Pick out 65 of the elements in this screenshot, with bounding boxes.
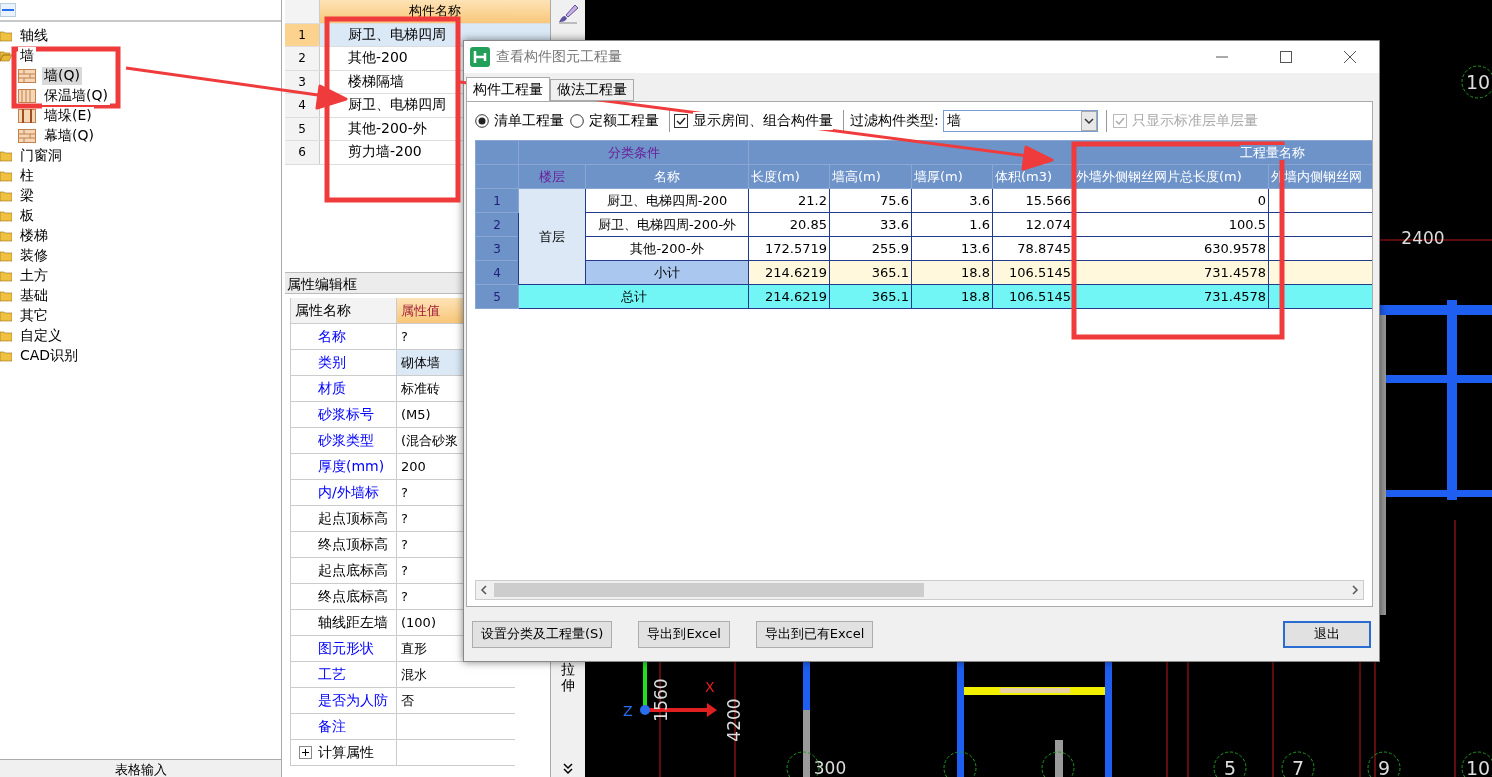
axis-bubble: 5 bbox=[1213, 751, 1247, 777]
column-group-header: 分类条件 bbox=[518, 140, 749, 165]
table-cell: 厨卫、电梯四周-200 bbox=[585, 188, 749, 213]
tree-item-label: 板 bbox=[18, 207, 36, 225]
property-name: 砂浆类型 bbox=[318, 431, 374, 450]
row-number: 5 bbox=[285, 117, 320, 140]
property-name: 工艺 bbox=[318, 665, 346, 684]
row-number: 3 bbox=[475, 236, 519, 261]
checkbox-label: 显示房间、组合构件量 bbox=[693, 112, 833, 130]
table-cell: 小计 bbox=[585, 260, 749, 285]
property-name: 起点顶标高 bbox=[318, 509, 388, 528]
row-number: 6 bbox=[285, 141, 320, 164]
filter-label: 过滤构件类型: bbox=[849, 112, 939, 130]
tree-item-label: 自定义 bbox=[18, 327, 64, 345]
property-name: 终点底标高 bbox=[318, 587, 388, 606]
table-cell: 总计 bbox=[518, 284, 749, 309]
axis-bubble: 7 bbox=[1281, 751, 1315, 777]
tree-item-label: 门窗洞 bbox=[18, 147, 64, 165]
property-name: 备注 bbox=[318, 717, 346, 736]
column-header: 名称 bbox=[585, 164, 749, 189]
axis-bubble: 10 bbox=[1461, 751, 1492, 777]
tree-item-label: 楼梯 bbox=[18, 227, 50, 245]
property-name: 名称 bbox=[318, 327, 346, 346]
row-number: 1 bbox=[475, 188, 519, 213]
row-number: 2 bbox=[475, 212, 519, 237]
table-cell: 其他-200-外 bbox=[585, 236, 749, 261]
property-name: 图元形状 bbox=[318, 639, 374, 658]
axis-bubble: 10 bbox=[1461, 65, 1492, 99]
row-number: 5 bbox=[475, 284, 519, 309]
property-name: 材质 bbox=[318, 379, 346, 398]
property-name: 是否为人防 bbox=[318, 691, 388, 710]
dimension-label: 1560 bbox=[651, 678, 671, 722]
dimension-label: 2400 bbox=[1401, 228, 1445, 248]
column-header: 属性名称 bbox=[291, 298, 397, 323]
axis-label: Z bbox=[623, 703, 633, 719]
tree-item-label: 梁 bbox=[18, 187, 36, 205]
floor-cell: 首层 bbox=[518, 188, 586, 285]
row-number: 4 bbox=[475, 260, 519, 285]
property-name: 终点顶标高 bbox=[318, 535, 388, 554]
checkbox-label: 只显示标准层单层量 bbox=[1131, 112, 1258, 130]
tree-item-label: 土方 bbox=[18, 267, 50, 285]
axis-bubble: 9 bbox=[1367, 751, 1401, 777]
axis-label: X bbox=[705, 679, 715, 695]
property-name: 厚度(mm) bbox=[318, 457, 385, 476]
radio-label: 定额工程量 bbox=[589, 112, 659, 130]
dimension-label: 4200 bbox=[724, 698, 744, 742]
radio-label: 清单工程量 bbox=[494, 112, 564, 130]
tree-item-label: 装修 bbox=[18, 247, 50, 265]
tree-item-label: 墙 bbox=[18, 47, 36, 65]
column-header: 外墙外侧钢丝网片总长度(m) bbox=[1073, 164, 1269, 189]
property-group-label: 计算属性 bbox=[318, 743, 374, 762]
row-number: 1 bbox=[285, 23, 320, 46]
property-name: 砂浆标号 bbox=[318, 405, 374, 424]
tree-item-label: 其它 bbox=[18, 307, 50, 325]
column-group-header: 工程量名称 bbox=[1240, 144, 1305, 160]
property-name: 轴线距左墙 bbox=[318, 613, 388, 632]
property-name: 内/外墙标 bbox=[318, 483, 379, 502]
property-name: 起点底标高 bbox=[318, 561, 388, 580]
tree-item-label: 轴线 bbox=[18, 27, 50, 45]
tree-item-label: 基础 bbox=[18, 287, 50, 305]
tree-item-label: 柱 bbox=[18, 167, 36, 185]
table-cell: 厨卫、电梯四周-200-外 bbox=[585, 212, 749, 237]
property-name: 类别 bbox=[318, 353, 346, 372]
row-number: 2 bbox=[285, 47, 320, 70]
dimension-label: 300 bbox=[813, 758, 847, 777]
